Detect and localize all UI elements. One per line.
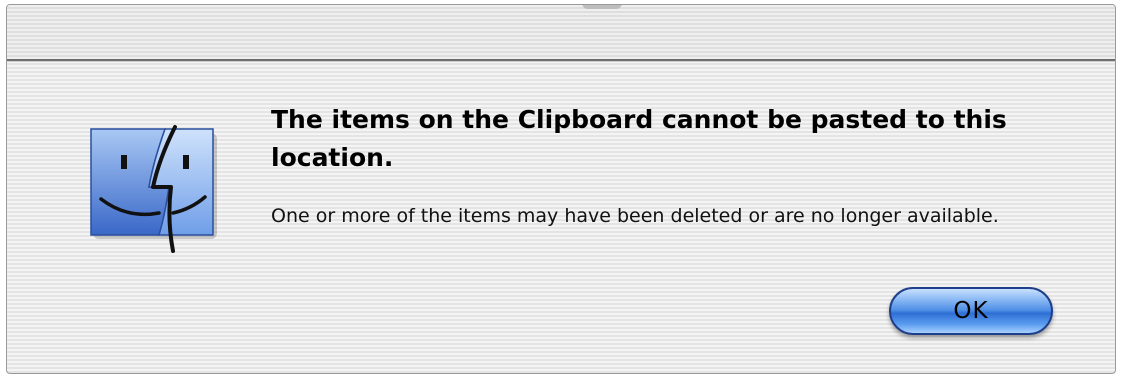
- dialog-message: One or more of the items may have been d…: [271, 205, 999, 227]
- ok-button-label: OK: [953, 298, 989, 324]
- dialog-headline: The items on the Clipboard cannot be pas…: [271, 105, 1007, 172]
- ok-button[interactable]: OK: [889, 287, 1053, 335]
- finder-icon: [87, 123, 217, 255]
- titlebar-notch: [582, 5, 622, 9]
- alert-dialog: The items on the Clipboard cannot be pas…: [6, 4, 1116, 374]
- dialog-titlebar[interactable]: [7, 5, 1115, 61]
